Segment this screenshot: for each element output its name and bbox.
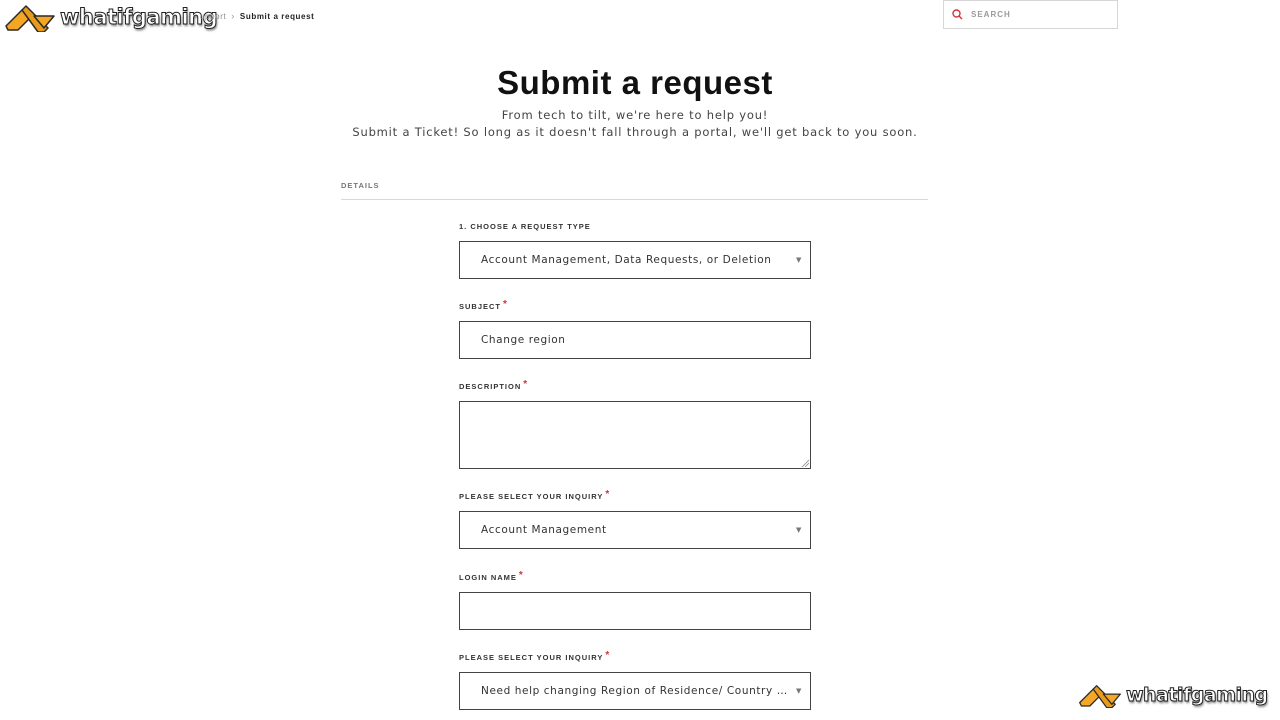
logo-mark-icon bbox=[1079, 685, 1121, 708]
chevron-down-icon: ▼ bbox=[796, 687, 802, 695]
chevron-down-icon: ▼ bbox=[796, 256, 802, 264]
field-label-text: PLEASE SELECT YOUR INQUIRY bbox=[459, 653, 604, 662]
required-marker: * bbox=[523, 379, 529, 390]
inquiry-select[interactable]: Account Management ▼ bbox=[459, 511, 811, 549]
section-label-details: DETAILS bbox=[341, 181, 380, 190]
logo-wordmark: whatifgaming bbox=[1126, 684, 1269, 707]
required-marker: * bbox=[503, 299, 508, 310]
page-description: Submit a Ticket! So long as it doesn't f… bbox=[352, 125, 918, 139]
watermark-logo: whatifgaming bbox=[1078, 682, 1269, 708]
search-icon[interactable] bbox=[952, 9, 963, 20]
page-title: Submit a request bbox=[497, 64, 773, 101]
field-subject: SUBJECT * Change region bbox=[459, 299, 811, 359]
required-marker: * bbox=[605, 489, 611, 500]
inquiry-detail-select[interactable]: Need help changing Region of Residence/ … bbox=[459, 672, 811, 710]
field-label-text: DESCRIPTION bbox=[459, 382, 522, 391]
subject-input[interactable]: Change region bbox=[459, 321, 811, 359]
select-value: Account Management bbox=[481, 524, 607, 536]
description-textarea[interactable] bbox=[459, 401, 811, 469]
breadcrumb: upport › Submit a request bbox=[200, 11, 314, 21]
logo-mark-icon bbox=[5, 5, 55, 32]
field-label: SUBJECT * bbox=[459, 299, 811, 314]
field-label-text: PLEASE SELECT YOUR INQUIRY bbox=[459, 492, 604, 501]
input-value: Change region bbox=[481, 334, 566, 346]
select-value: Need help changing Region of Residence/ … bbox=[481, 685, 789, 697]
chevron-down-icon: ▼ bbox=[796, 526, 802, 534]
field-label: 1. CHOOSE A REQUEST TYPE bbox=[459, 222, 811, 234]
login-name-input[interactable] bbox=[459, 592, 811, 630]
required-marker: * bbox=[518, 570, 524, 581]
breadcrumb-separator: › bbox=[231, 11, 235, 21]
request-type-select[interactable]: Account Management, Data Requests, or De… bbox=[459, 241, 811, 279]
field-label-text: LOGIN NAME bbox=[459, 573, 517, 582]
field-login-name: LOGIN NAME * bbox=[459, 570, 811, 630]
breadcrumb-item-support[interactable]: upport bbox=[200, 12, 226, 21]
field-label: LOGIN NAME * bbox=[459, 570, 811, 585]
field-description: DESCRIPTION * bbox=[459, 379, 811, 469]
resize-handle-icon[interactable] bbox=[801, 459, 809, 467]
required-marker: * bbox=[605, 650, 611, 661]
logo-wordmark: whatifgaming bbox=[59, 5, 218, 30]
field-inquiry: PLEASE SELECT YOUR INQUIRY * Account Man… bbox=[459, 489, 811, 549]
brand-logo[interactable]: whatifgaming bbox=[4, 2, 218, 32]
field-inquiry-detail: PLEASE SELECT YOUR INQUIRY * Need help c… bbox=[459, 650, 811, 710]
field-request-type: 1. CHOOSE A REQUEST TYPE Account Managem… bbox=[459, 222, 811, 279]
search-input[interactable] bbox=[969, 9, 1113, 20]
field-label: DESCRIPTION * bbox=[459, 379, 811, 394]
field-label-text: SUBJECT bbox=[459, 302, 502, 311]
field-label: PLEASE SELECT YOUR INQUIRY * bbox=[459, 650, 811, 665]
field-label-text: 1. CHOOSE A REQUEST TYPE bbox=[459, 222, 591, 231]
search-box[interactable] bbox=[943, 0, 1118, 29]
select-value: Account Management, Data Requests, or De… bbox=[481, 254, 772, 266]
field-label: PLEASE SELECT YOUR INQUIRY * bbox=[459, 489, 811, 504]
breadcrumb-item-current: Submit a request bbox=[239, 11, 315, 21]
section-divider bbox=[341, 199, 928, 200]
page-subtitle: From tech to tilt, we're here to help yo… bbox=[501, 108, 769, 122]
